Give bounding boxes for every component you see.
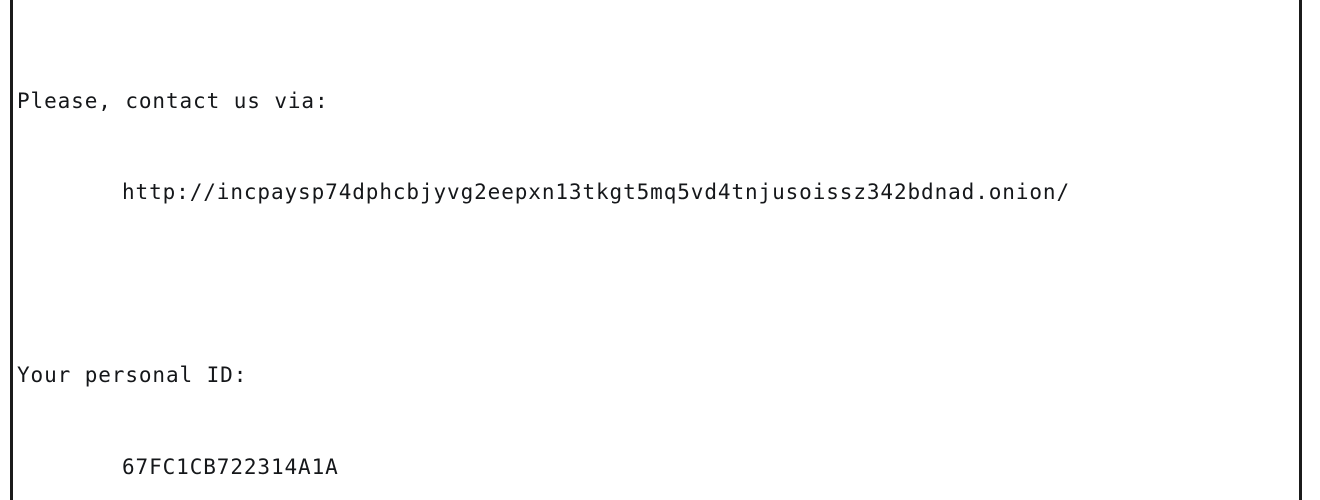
note-line-contact-url[interactable]: http://incpaysp74dphcbjyvg2eepxn13tkgt5m… [17, 177, 1299, 208]
note-line: Please, contact us via: [17, 88, 329, 113]
note-line-personal-id-label: Your personal ID: [17, 363, 248, 387]
screenshot-viewport: Please, contact us via: http://incpaysp7… [0, 0, 1320, 500]
ransom-note-text-body[interactable]: Please, contact us via: http://incpaysp7… [13, 0, 1299, 500]
document-frame: Please, contact us via: http://incpaysp7… [10, 0, 1302, 500]
note-line-blank [17, 269, 1299, 300]
note-line-personal-id-value[interactable]: 67FC1CB722314A1A [17, 452, 1299, 483]
